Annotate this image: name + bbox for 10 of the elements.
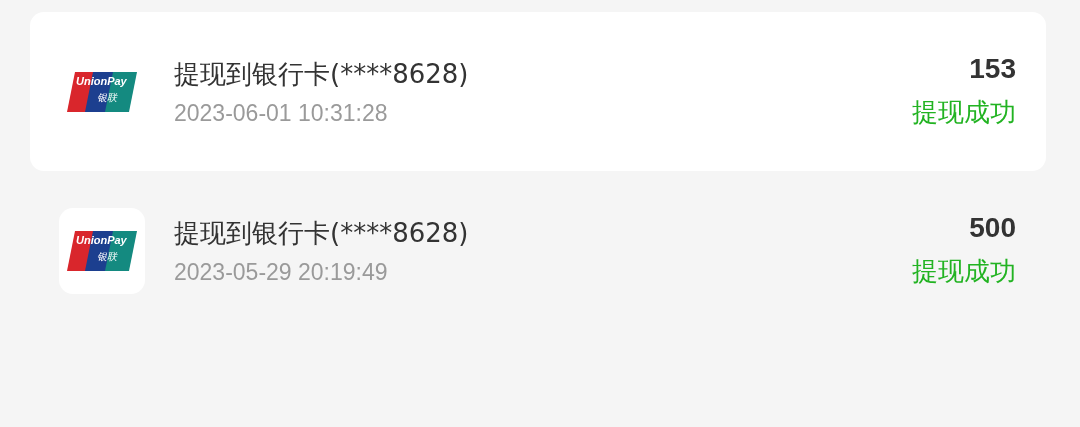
transaction-amount: 153 (969, 53, 1016, 85)
transaction-time: 2023-05-29 20:19:49 (174, 258, 389, 286)
transaction-status: 提现成功 (912, 255, 1016, 288)
transaction-amount: 500 (969, 212, 1016, 244)
logo-subtext: 银联 (97, 90, 117, 105)
transaction-status: 提现成功 (912, 96, 1016, 129)
logo-subtext: 银联 (97, 249, 117, 264)
transaction-time: 2023-06-01 10:31:28 (174, 99, 389, 127)
transaction-title: 提现到银行卡(****8628) (174, 57, 470, 91)
transaction-title: 提现到银行卡(****8628) (174, 216, 470, 250)
